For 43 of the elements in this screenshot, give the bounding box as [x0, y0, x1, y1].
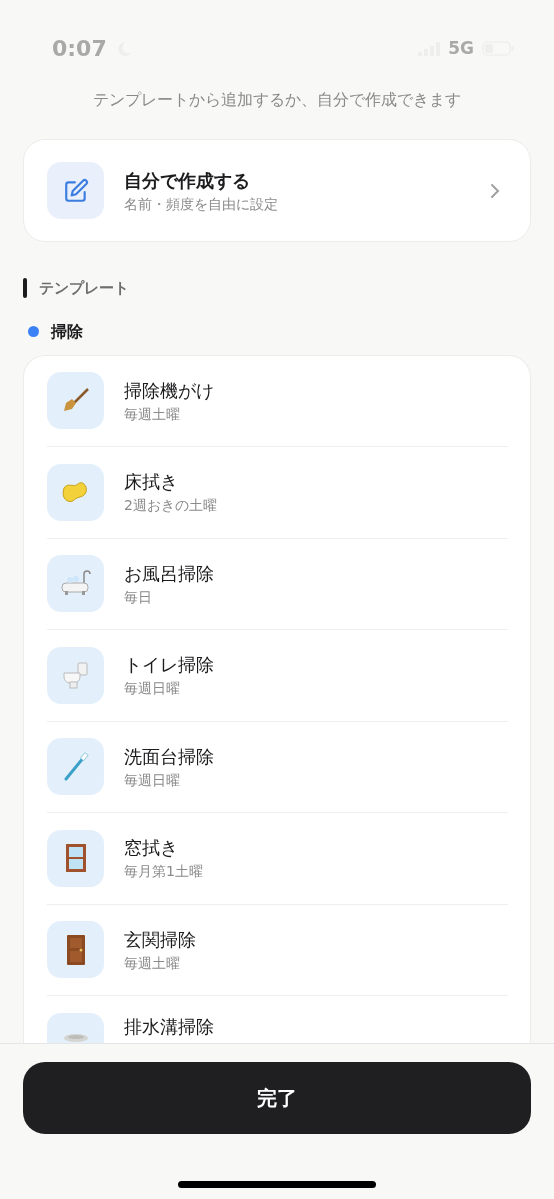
template-schedule: 毎週日曜: [124, 770, 181, 790]
chevron-right-icon: [490, 182, 500, 199]
template-row[interactable]: 窓拭き 毎月第1土曜: [47, 813, 508, 905]
template-row[interactable]: お風呂掃除 毎日: [47, 538, 508, 630]
template-title: トイレ掃除: [124, 653, 214, 678]
template-row[interactable]: 床拭き 2週おきの土曜: [47, 447, 508, 539]
template-row[interactable]: 洗面台掃除 毎週日曜: [47, 721, 508, 813]
template-title: 玄関掃除: [124, 927, 196, 952]
template-title: お風呂掃除: [124, 561, 214, 586]
toothbrush-icon: [47, 738, 104, 796]
template-row[interactable]: 玄関掃除 毎週土曜: [47, 904, 508, 996]
custom-subtitle: 名前・頻度を自由に設定: [124, 194, 279, 214]
category-title: 掃除: [51, 320, 83, 343]
intro-text: テンプレートから追加するか、自分で作成できます: [92, 89, 462, 111]
template-row[interactable]: 掃除機がけ 毎週土曜: [47, 355, 508, 447]
toilet-icon: [47, 646, 104, 704]
done-button[interactable]: 完了: [23, 1062, 531, 1134]
custom-title: 自分で作成する: [124, 168, 251, 193]
template-row[interactable]: トイレ掃除 毎週日曜: [47, 630, 508, 722]
template-title: 窓拭き: [124, 836, 179, 861]
template-title: 床拭き: [124, 470, 179, 495]
template-schedule: 毎週土曜: [124, 404, 181, 424]
edit-icon: [47, 162, 104, 219]
template-schedule: 毎月第1土曜: [124, 862, 203, 882]
template-row[interactable]: 排水溝掃除: [47, 996, 508, 1043]
window-icon: [47, 829, 104, 887]
section-title: テンプレート: [39, 278, 129, 299]
bathtub-icon: [47, 555, 104, 613]
door-icon: [47, 921, 104, 979]
template-schedule: 毎週日曜: [124, 679, 181, 699]
network-label: 5G: [448, 36, 474, 60]
section-marker: [23, 278, 27, 299]
template-schedule: 2週おきの土曜: [124, 496, 217, 516]
status-time: 0:07: [52, 35, 107, 63]
template-title: 排水溝掃除: [124, 1015, 214, 1039]
drain-icon: [47, 1013, 104, 1043]
sponge-icon: [47, 463, 104, 521]
create-custom-card[interactable]: 自分で作成する 名前・頻度を自由に設定: [23, 139, 531, 242]
template-title: 洗面台掃除: [124, 744, 214, 769]
template-title: 掃除機がけ: [124, 378, 214, 403]
template-schedule: 毎週土曜: [124, 953, 181, 973]
template-schedule: 毎日: [124, 587, 153, 607]
broom-icon: [47, 372, 104, 430]
